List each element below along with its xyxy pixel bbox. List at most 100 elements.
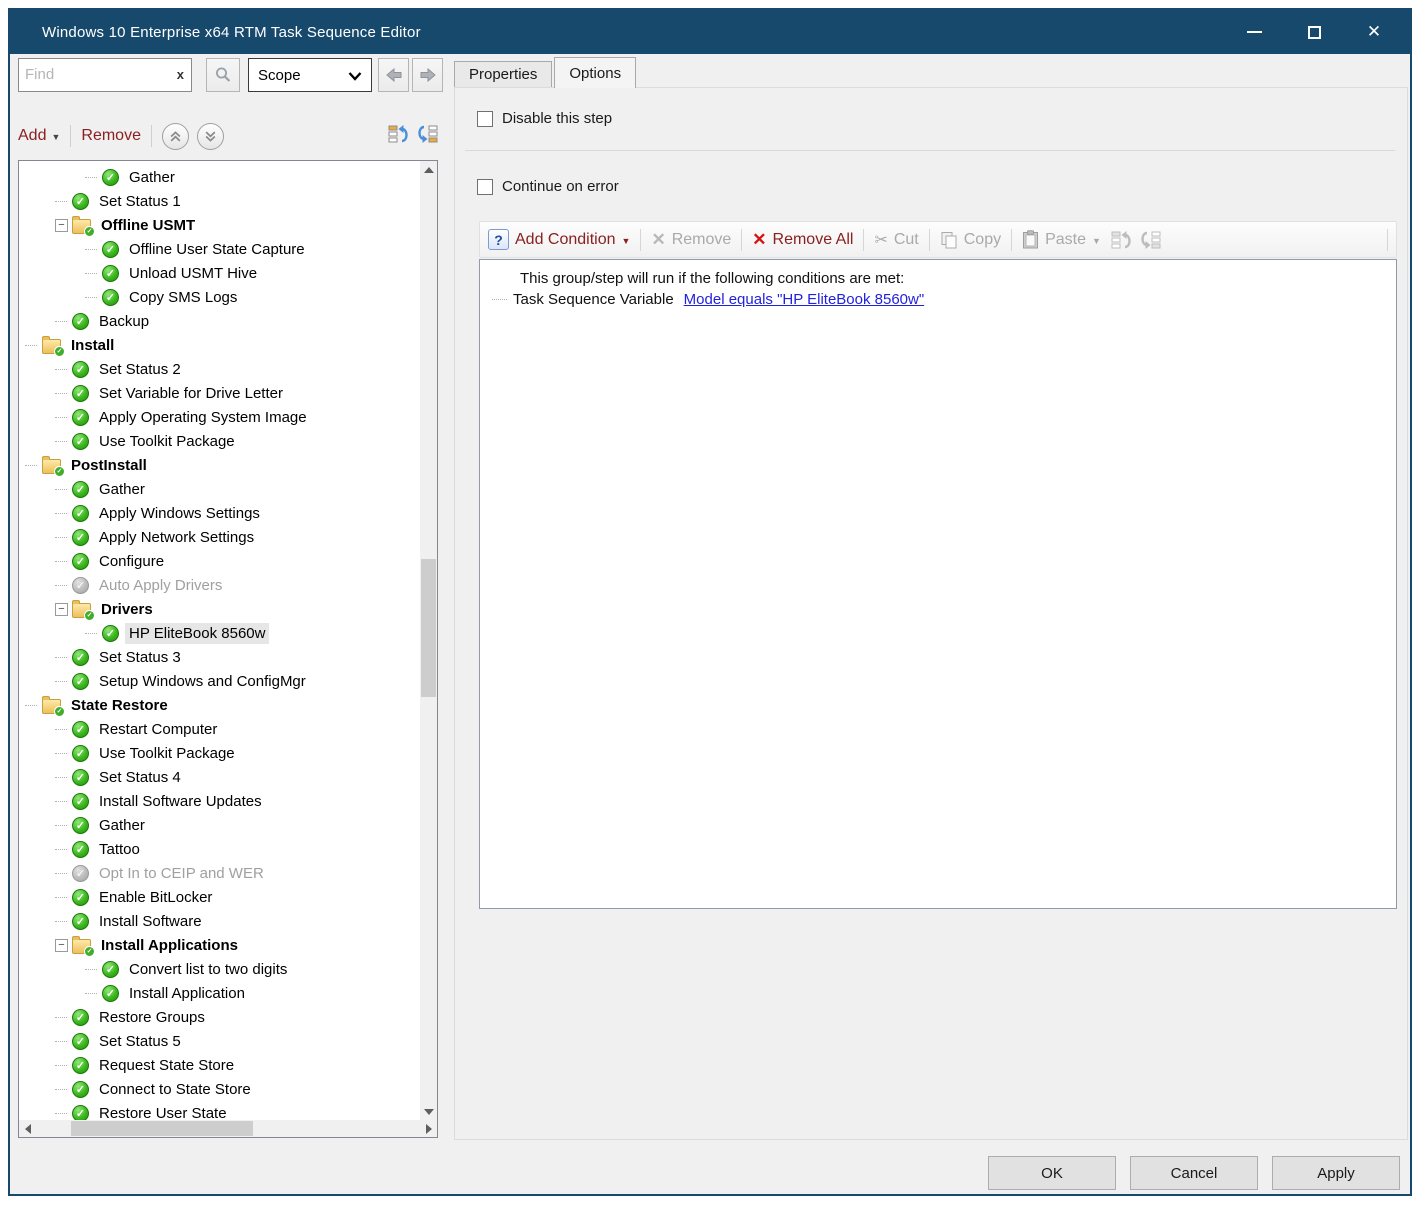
tree-item[interactable]: ✓Set Status 3 bbox=[19, 645, 420, 669]
add-condition-button[interactable]: Add Condition bbox=[515, 231, 616, 249]
step-status-icon: ✓ bbox=[72, 433, 89, 450]
add-dropdown-caret-icon[interactable]: ▼ bbox=[51, 132, 60, 142]
tree-item[interactable]: ✓Unload USMT Hive bbox=[19, 261, 420, 285]
tree-item-label: Set Variable for Drive Letter bbox=[95, 383, 287, 404]
move-down-button[interactable] bbox=[197, 123, 224, 150]
tree-item[interactable]: ✓HP EliteBook 8560w bbox=[19, 621, 420, 645]
tree-item[interactable]: ✓Convert list to two digits bbox=[19, 957, 420, 981]
paste-button[interactable]: Paste bbox=[1045, 231, 1086, 249]
window-title: Windows 10 Enterprise x64 RTM Task Seque… bbox=[10, 24, 421, 41]
tree-item-label: Gather bbox=[95, 479, 149, 500]
tree-item[interactable]: ✓ Gather bbox=[19, 477, 420, 501]
cut-button[interactable]: Cut bbox=[894, 231, 919, 249]
tab-properties[interactable]: Properties bbox=[454, 61, 552, 88]
vertical-scroll-thumb[interactable] bbox=[421, 559, 436, 697]
tree-item[interactable]: ✓Restore Groups bbox=[19, 1005, 420, 1029]
tree-item[interactable]: ✓Apply Network Settings bbox=[19, 525, 420, 549]
minimize-button[interactable] bbox=[1224, 10, 1284, 54]
step-status-icon: ✓ bbox=[72, 889, 89, 906]
scope-dropdown[interactable]: Scope bbox=[248, 58, 372, 92]
collapse-all-button[interactable] bbox=[416, 124, 438, 149]
tree-item[interactable]: ✓State Restore bbox=[19, 693, 420, 717]
apply-button[interactable]: Apply bbox=[1272, 1156, 1400, 1190]
tree-item[interactable]: ✓Enable BitLocker bbox=[19, 885, 420, 909]
scroll-down-arrow[interactable] bbox=[420, 1103, 437, 1120]
remove-condition-button[interactable]: Remove bbox=[672, 231, 732, 249]
tree-item[interactable]: ✓PostInstall bbox=[19, 453, 420, 477]
tree-item[interactable]: −✓Drivers bbox=[19, 597, 420, 621]
tree-item[interactable]: ✓Use Toolkit Package bbox=[19, 429, 420, 453]
tree-connector bbox=[85, 177, 97, 178]
tree-expander-icon[interactable]: − bbox=[55, 219, 68, 232]
horizontal-scroll-thumb[interactable] bbox=[71, 1121, 253, 1136]
remove-all-button[interactable]: Remove All bbox=[773, 231, 854, 249]
tree-item[interactable]: ✓Set Status 5 bbox=[19, 1029, 420, 1053]
tree-item[interactable]: ✓Gather bbox=[19, 165, 420, 189]
tree-expander-icon[interactable]: − bbox=[55, 603, 68, 616]
group-folder-icon: ✓ bbox=[42, 459, 61, 474]
move-up-button[interactable] bbox=[162, 123, 189, 150]
copy-icon bbox=[940, 231, 958, 249]
tree-item[interactable]: ✓Restore User State bbox=[19, 1101, 420, 1120]
scroll-left-arrow[interactable] bbox=[19, 1120, 36, 1137]
tree-item[interactable]: ✓Install Software Updates bbox=[19, 789, 420, 813]
continue-on-error-checkbox[interactable] bbox=[477, 179, 493, 195]
ok-button[interactable]: OK bbox=[988, 1156, 1116, 1190]
tree-connector bbox=[85, 993, 97, 994]
tree-item[interactable]: ✓Set Variable for Drive Letter bbox=[19, 381, 420, 405]
add-condition-caret-icon[interactable]: ▼ bbox=[622, 236, 631, 246]
tree-item[interactable]: ✓Opt In to CEIP and WER bbox=[19, 861, 420, 885]
tree-item[interactable]: ✓Set Status 1 bbox=[19, 189, 420, 213]
tab-options[interactable]: Options bbox=[554, 57, 636, 88]
copy-button[interactable]: Copy bbox=[964, 231, 1001, 249]
horizontal-scrollbar[interactable] bbox=[19, 1120, 437, 1137]
tree-expander-icon[interactable]: − bbox=[55, 939, 68, 952]
tree-item[interactable]: ✓Set Status 4 bbox=[19, 765, 420, 789]
scroll-right-arrow[interactable] bbox=[420, 1120, 437, 1137]
paste-clipboard-icon bbox=[1022, 230, 1039, 249]
tree-item[interactable]: −✓Offline USMT bbox=[19, 213, 420, 237]
condition-link[interactable]: Model equals "HP EliteBook 8560w" bbox=[684, 291, 925, 308]
vertical-scrollbar[interactable] bbox=[420, 161, 437, 1120]
find-previous-button[interactable] bbox=[378, 58, 409, 92]
tree-item[interactable]: −✓Install Applications bbox=[19, 933, 420, 957]
tree-item[interactable]: ✓Install Software bbox=[19, 909, 420, 933]
expand-all-button[interactable] bbox=[388, 124, 410, 149]
disable-step-checkbox[interactable] bbox=[477, 111, 493, 127]
maximize-button[interactable] bbox=[1284, 10, 1344, 54]
cancel-button[interactable]: Cancel bbox=[1130, 1156, 1258, 1190]
tree-item[interactable]: ✓Install bbox=[19, 333, 420, 357]
tree-item[interactable]: ✓Request State Store bbox=[19, 1053, 420, 1077]
tree-indent bbox=[19, 1065, 55, 1066]
tree-item[interactable]: ✓Use Toolkit Package bbox=[19, 741, 420, 765]
tree-indent bbox=[19, 945, 55, 946]
tree-item[interactable]: ✓Tattoo bbox=[19, 837, 420, 861]
tree-item[interactable]: ✓Install Application bbox=[19, 981, 420, 1005]
scroll-up-arrow[interactable] bbox=[420, 161, 437, 178]
tree-item[interactable]: ✓Gather bbox=[19, 813, 420, 837]
task-sequence-tree: ✓ Gather ✓Set Status 1−✓Offline USMT✓Offli… bbox=[18, 160, 438, 1138]
step-status-icon: ✓ bbox=[102, 241, 119, 258]
tree-item[interactable]: ✓Copy SMS Logs bbox=[19, 285, 420, 309]
tree-item[interactable]: ✓Apply Operating System Image bbox=[19, 405, 420, 429]
tree-item[interactable]: ✓Set Status 2 bbox=[19, 357, 420, 381]
find-input[interactable] bbox=[19, 59, 167, 89]
paste-caret-icon[interactable]: ▼ bbox=[1092, 236, 1101, 246]
tree-item[interactable]: ✓Offline User State Capture bbox=[19, 237, 420, 261]
tree-item[interactable]: ✓Backup bbox=[19, 309, 420, 333]
tree-item[interactable]: ✓Configure bbox=[19, 549, 420, 573]
close-button[interactable]: ✕ bbox=[1344, 10, 1404, 54]
remove-button[interactable]: Remove bbox=[81, 127, 141, 145]
tree-item[interactable]: ✓Connect to State Store bbox=[19, 1077, 420, 1101]
find-clear-button[interactable]: x bbox=[177, 67, 184, 82]
find-next-button[interactable] bbox=[412, 58, 443, 92]
step-status-icon: ✓ bbox=[72, 1033, 89, 1050]
tree-indent bbox=[19, 657, 55, 658]
tree-item[interactable]: ✓Setup Windows and ConfigMgr bbox=[19, 669, 420, 693]
tree-item[interactable]: ✓Apply Windows Settings bbox=[19, 501, 420, 525]
tree-item[interactable]: ✓Restart Computer bbox=[19, 717, 420, 741]
step-status-icon: ✓ bbox=[72, 481, 89, 498]
add-button[interactable]: Add bbox=[18, 127, 46, 145]
tree-item[interactable]: ✓Auto Apply Drivers bbox=[19, 573, 420, 597]
find-search-button[interactable] bbox=[206, 58, 240, 92]
